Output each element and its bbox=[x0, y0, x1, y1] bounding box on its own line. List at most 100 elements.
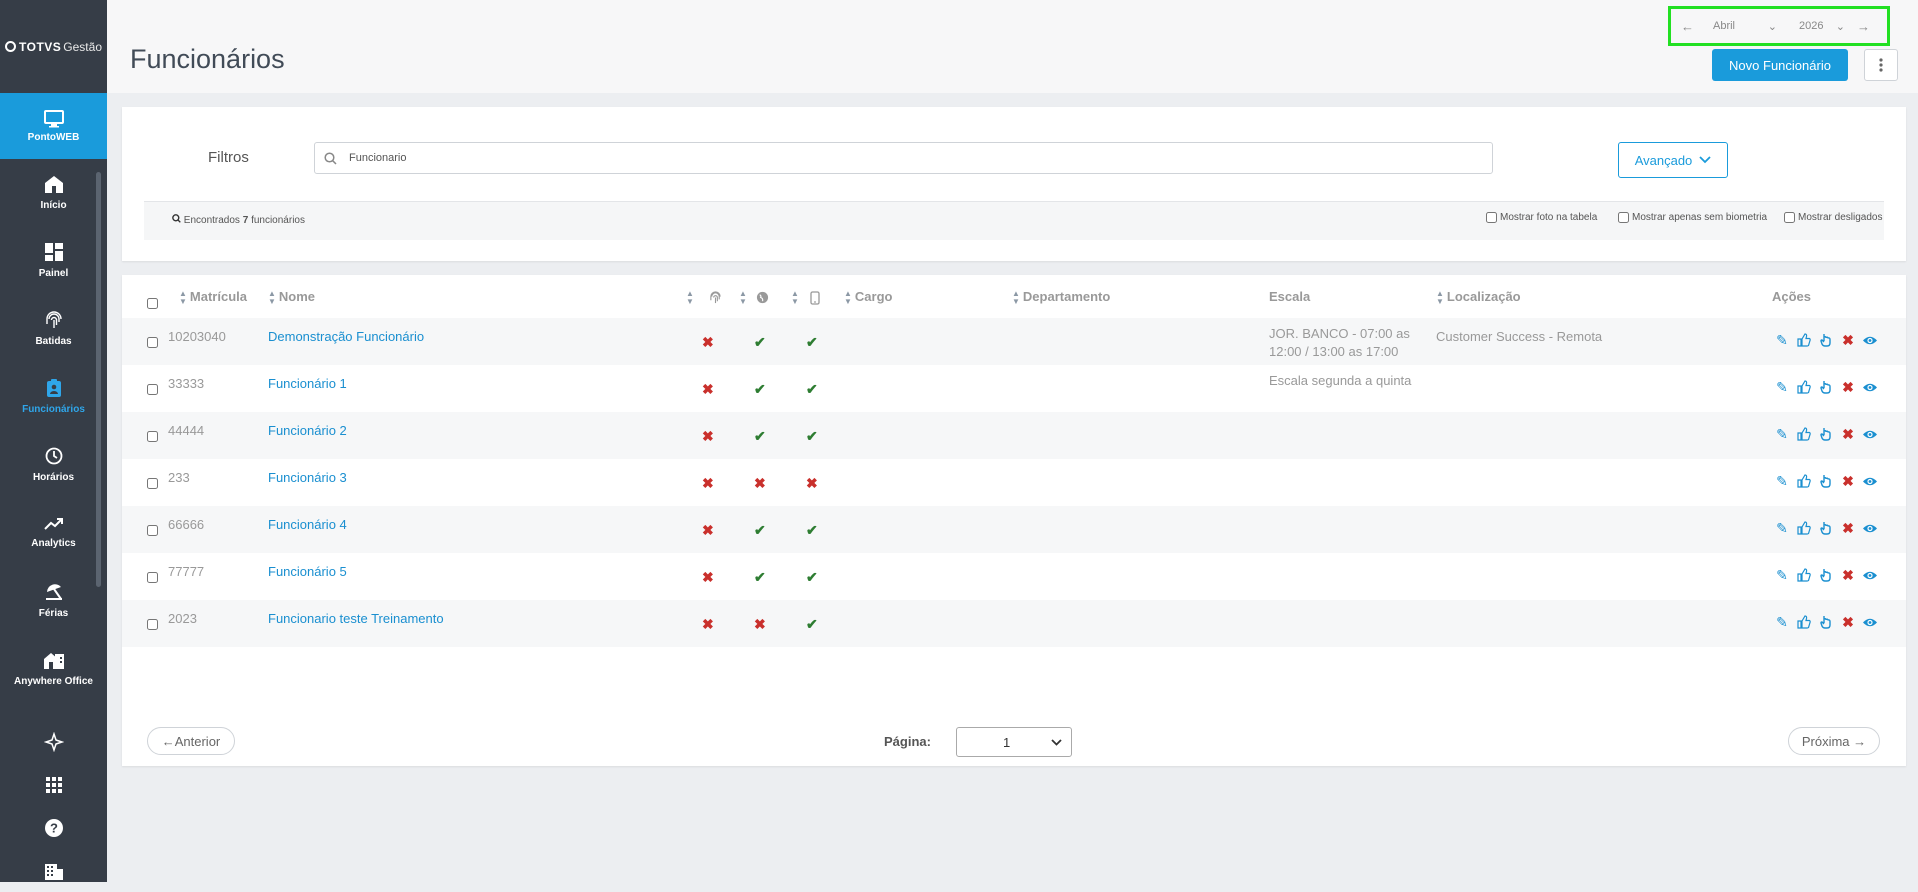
delete-cross-icon[interactable]: ✖ bbox=[1840, 473, 1856, 489]
module-pontoweb[interactable]: PontoWEB bbox=[0, 93, 107, 159]
col-escala[interactable]: Escala bbox=[1269, 289, 1310, 304]
year-select[interactable]: 2026 ⌄ bbox=[1799, 20, 1845, 33]
thumbs-up-icon[interactable] bbox=[1796, 614, 1812, 630]
help-icon[interactable]: ? bbox=[0, 806, 107, 849]
table-row[interactable]: 77777 Funcionário 5 ✖ ✔ ✔ ✎ ✖ bbox=[122, 553, 1906, 600]
col-cargo[interactable]: ▲ ▼ Cargo bbox=[844, 289, 892, 306]
row-checkbox[interactable] bbox=[147, 572, 158, 583]
edit-pencil-icon[interactable]: ✎ bbox=[1774, 567, 1790, 583]
sidebar-item-analytics[interactable]: Analytics bbox=[0, 499, 107, 567]
eye-icon[interactable] bbox=[1862, 426, 1878, 442]
building-icon[interactable] bbox=[0, 849, 107, 892]
delete-cross-icon[interactable]: ✖ bbox=[1840, 567, 1856, 583]
sidebar-item-funcion-rios[interactable]: Funcionários bbox=[0, 363, 107, 431]
previous-page-button[interactable]: ←Anterior bbox=[147, 727, 235, 755]
row-checkbox[interactable] bbox=[147, 431, 158, 442]
edit-pencil-icon[interactable]: ✎ bbox=[1774, 332, 1790, 348]
employee-name-link[interactable]: Funcionario teste Treinamento bbox=[268, 611, 444, 626]
thumbs-up-icon[interactable] bbox=[1796, 567, 1812, 583]
thumbs-up-icon[interactable] bbox=[1796, 520, 1812, 536]
edit-pencil-icon[interactable]: ✎ bbox=[1774, 379, 1790, 395]
table-row[interactable]: 66666 Funcionário 4 ✖ ✔ ✔ ✎ ✖ bbox=[122, 506, 1906, 553]
eye-icon[interactable] bbox=[1862, 567, 1878, 583]
thumbs-up-icon[interactable] bbox=[1796, 473, 1812, 489]
show-photo-checkbox[interactable] bbox=[1486, 212, 1497, 223]
month-select[interactable]: Abril ⌄ bbox=[1713, 20, 1777, 33]
thumbs-up-icon[interactable] bbox=[1796, 332, 1812, 348]
sidebar-item-hor-rios[interactable]: Horários bbox=[0, 431, 107, 499]
col-biometry[interactable]: ▲ ▼ bbox=[686, 289, 722, 306]
hand-pointer-icon[interactable] bbox=[1818, 473, 1834, 489]
edit-pencil-icon[interactable]: ✎ bbox=[1774, 520, 1790, 536]
next-page-button[interactable]: Próxima → bbox=[1788, 727, 1880, 755]
employee-name-link[interactable]: Funcionário 1 bbox=[268, 376, 347, 391]
table-row[interactable]: 233 Funcionário 3 ✖ ✖ ✖ ✎ ✖ bbox=[122, 459, 1906, 506]
apps-grid-icon[interactable] bbox=[0, 763, 107, 806]
eye-icon[interactable] bbox=[1862, 473, 1878, 489]
employee-name-link[interactable]: Funcionário 3 bbox=[268, 470, 347, 485]
select-all-checkbox[interactable] bbox=[147, 298, 158, 309]
table-row[interactable]: 2023 Funcionario teste Treinamento ✖ ✖ ✔ ✎ ✖ bbox=[122, 600, 1906, 647]
eye-icon[interactable] bbox=[1862, 332, 1878, 348]
more-options-button[interactable] bbox=[1864, 49, 1898, 81]
page-select[interactable]: 1 bbox=[956, 727, 1072, 757]
hand-pointer-icon[interactable] bbox=[1818, 379, 1834, 395]
sidebar-item-painel[interactable]: Painel bbox=[0, 227, 107, 295]
advanced-filter-button[interactable]: Avançado bbox=[1618, 142, 1728, 178]
delete-cross-icon[interactable]: ✖ bbox=[1840, 332, 1856, 348]
employee-name-link[interactable]: Demonstração Funcionário bbox=[268, 329, 424, 344]
show-photo-option[interactable]: Mostrar foto na tabela bbox=[1486, 212, 1597, 223]
delete-cross-icon[interactable]: ✖ bbox=[1840, 426, 1856, 442]
hand-pointer-icon[interactable] bbox=[1818, 567, 1834, 583]
col-nome[interactable]: ▲ ▼ Nome bbox=[268, 289, 315, 306]
no-biometry-checkbox[interactable] bbox=[1618, 212, 1629, 223]
col-departamento[interactable]: ▲ ▼ Departamento bbox=[1012, 289, 1110, 306]
employee-name-link[interactable]: Funcionário 2 bbox=[268, 423, 347, 438]
brand-logo[interactable]: TOTVS Gestão bbox=[0, 0, 107, 93]
show-dismissed-checkbox[interactable] bbox=[1784, 212, 1795, 223]
hand-pointer-icon[interactable] bbox=[1818, 426, 1834, 442]
sidebar-item-anywhere-office[interactable]: Anywhere Office bbox=[0, 635, 107, 703]
row-checkbox[interactable] bbox=[147, 337, 158, 348]
delete-cross-icon[interactable]: ✖ bbox=[1840, 379, 1856, 395]
search-input[interactable] bbox=[347, 151, 1451, 165]
employee-name-link[interactable]: Funcionário 4 bbox=[268, 517, 347, 532]
col-web[interactable]: ▲ ▼ bbox=[739, 289, 769, 306]
new-employee-button[interactable]: Novo Funcionário bbox=[1712, 49, 1848, 81]
show-dismissed-option[interactable]: Mostrar desligados bbox=[1784, 212, 1882, 223]
sparkle-icon[interactable] bbox=[0, 720, 107, 763]
col-matricula[interactable]: ▲ ▼ Matrícula bbox=[179, 289, 247, 306]
sidebar-item-batidas[interactable]: Batidas bbox=[0, 295, 107, 363]
sidebar-scrollbar[interactable] bbox=[96, 172, 101, 587]
arrow-right-icon[interactable]: → bbox=[1857, 19, 1871, 34]
thumbs-up-icon[interactable] bbox=[1796, 426, 1812, 442]
table-row[interactable]: 44444 Funcionário 2 ✖ ✔ ✔ ✎ ✖ bbox=[122, 412, 1906, 459]
sidebar-item-f-rias[interactable]: Férias bbox=[0, 567, 107, 635]
hand-pointer-icon[interactable] bbox=[1818, 520, 1834, 536]
eye-icon[interactable] bbox=[1862, 520, 1878, 536]
delete-cross-icon[interactable]: ✖ bbox=[1840, 614, 1856, 630]
row-checkbox[interactable] bbox=[147, 619, 158, 630]
no-biometry-option[interactable]: Mostrar apenas sem biometria bbox=[1618, 212, 1767, 223]
search-box[interactable] bbox=[314, 142, 1493, 174]
table-row[interactable]: 10203040 Demonstração Funcionário ✖ ✔ ✔ JOR. … bbox=[122, 318, 1906, 365]
eye-icon[interactable] bbox=[1862, 614, 1878, 630]
row-checkbox[interactable] bbox=[147, 384, 158, 395]
edit-pencil-icon[interactable]: ✎ bbox=[1774, 614, 1790, 630]
edit-pencil-icon[interactable]: ✎ bbox=[1774, 473, 1790, 489]
table-row[interactable]: 33333 Funcionário 1 ✖ ✔ ✔ Escala segunda a qu… bbox=[122, 365, 1906, 412]
row-checkbox[interactable] bbox=[147, 478, 158, 489]
col-mobile[interactable]: ▲ ▼ bbox=[791, 289, 820, 306]
delete-cross-icon[interactable]: ✖ bbox=[1840, 520, 1856, 536]
eye-icon[interactable] bbox=[1862, 379, 1878, 395]
sidebar-bottom-icons: ? bbox=[0, 720, 107, 892]
edit-pencil-icon[interactable]: ✎ bbox=[1774, 426, 1790, 442]
col-localizacao[interactable]: ▲ ▼ Localização bbox=[1436, 289, 1521, 306]
thumbs-up-icon[interactable] bbox=[1796, 379, 1812, 395]
hand-pointer-icon[interactable] bbox=[1818, 332, 1834, 348]
employee-name-link[interactable]: Funcionário 5 bbox=[268, 564, 347, 579]
hand-pointer-icon[interactable] bbox=[1818, 614, 1834, 630]
row-checkbox[interactable] bbox=[147, 525, 158, 536]
arrow-left-icon[interactable]: ← bbox=[1681, 19, 1695, 34]
sidebar-item-in-cio[interactable]: Início bbox=[0, 159, 107, 227]
